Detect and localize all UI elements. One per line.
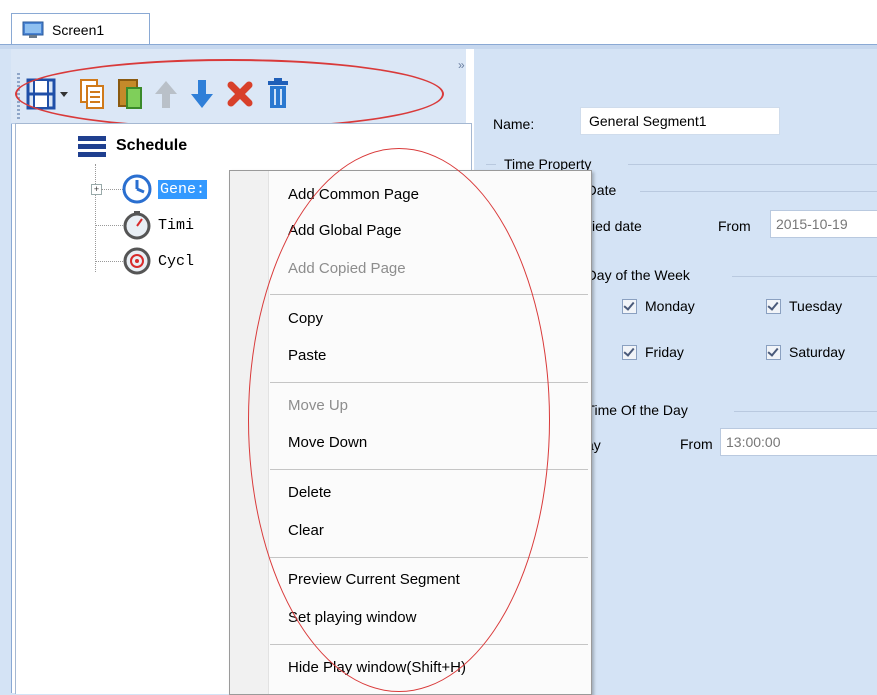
segment-toolbar — [11, 49, 466, 124]
time-from-field[interactable]: 13:00:00 — [720, 428, 877, 456]
menu-item-add-common-page[interactable]: Add Common Page — [288, 186, 419, 203]
tree-item-timing[interactable]: Timi — [122, 210, 194, 240]
group-border — [640, 191, 877, 192]
group-border — [628, 164, 877, 165]
menu-item-set-playing-window[interactable]: Set playing window — [288, 609, 416, 626]
copy-page-button[interactable] — [77, 75, 107, 113]
paste-page-button[interactable] — [115, 75, 145, 113]
tab-bar: Screen1 — [0, 0, 877, 49]
menu-item-delete[interactable]: Delete — [288, 484, 331, 501]
checkbox-label: Saturday — [789, 344, 846, 360]
week-section-label: e Day of the Week — [575, 267, 690, 283]
menu-item-clear[interactable]: Clear — [288, 522, 324, 539]
date-from-label: From — [718, 218, 751, 234]
menu-separator — [270, 382, 588, 383]
checkbox-label: Tuesday — [789, 298, 843, 314]
name-label: Name: — [493, 116, 535, 132]
group-border — [734, 411, 877, 412]
tree-guide-line — [95, 164, 96, 272]
date-from-value: 2015-10-19 — [776, 216, 848, 232]
group-border — [732, 276, 877, 277]
arrow-down-icon — [191, 80, 213, 108]
group-border — [486, 164, 496, 165]
arrow-up-icon — [155, 81, 177, 108]
stopwatch-icon — [123, 211, 151, 240]
context-menu: Add Common Page Add Global Page Add Copi… — [229, 170, 592, 695]
tree-item-cycle[interactable]: Cycl — [122, 246, 194, 276]
checkbox-label: Friday — [645, 344, 684, 360]
move-down-button[interactable] — [187, 75, 217, 113]
checkbox-label: Monday — [645, 298, 695, 314]
checkbox-box[interactable] — [622, 344, 637, 360]
checkbox-box[interactable] — [766, 344, 781, 360]
move-up-button[interactable] — [151, 75, 181, 113]
monday-checkbox[interactable]: Monday — [622, 298, 695, 314]
menu-item-move-down[interactable]: Move Down — [288, 434, 367, 451]
friday-checkbox[interactable]: Friday — [622, 344, 684, 360]
tuesday-checkbox[interactable]: Tuesday — [766, 298, 842, 314]
menu-separator — [270, 469, 588, 470]
menu-item-add-copied-page[interactable]: Add Copied Page — [288, 260, 406, 277]
menu-separator — [270, 644, 588, 645]
time-from-value: 13:00:00 — [726, 434, 781, 450]
tab-screen1[interactable]: Screen1 — [11, 13, 150, 46]
delete-x-icon — [227, 81, 253, 107]
clear-button[interactable] — [263, 75, 293, 113]
trash-icon — [268, 78, 288, 108]
checkbox-box[interactable] — [622, 298, 637, 314]
tab-label: Screen1 — [52, 22, 105, 38]
copy-icon — [80, 79, 104, 109]
menu-icon-gutter — [230, 171, 269, 694]
toolbar-overflow-button[interactable]: » — [458, 58, 465, 72]
tree-branch — [101, 189, 123, 190]
menu-item-move-up[interactable]: Move Up — [288, 397, 348, 414]
checkbox-box[interactable] — [766, 298, 781, 314]
tree-item-label: Timi — [158, 216, 195, 234]
menu-item-paste[interactable]: Paste — [288, 347, 326, 364]
menu-item-add-global-page[interactable]: Add Global Page — [288, 222, 401, 239]
menu-item-hide-play-window[interactable]: Hide Play window(Shift+H) — [288, 659, 466, 676]
toolbar-grip[interactable] — [17, 73, 20, 119]
menu-item-copy[interactable]: Copy — [288, 310, 323, 327]
film-icon — [26, 78, 68, 110]
menu-item-preview-current-segment[interactable]: Preview Current Segment — [288, 571, 460, 588]
date-from-field[interactable]: 2015-10-19 — [770, 210, 877, 238]
time-from-label: From — [680, 436, 713, 452]
film-dropdown-button[interactable] — [25, 75, 71, 113]
tree-item-label: Cycl — [158, 252, 195, 270]
cycle-icon — [123, 247, 151, 275]
paste-icon — [118, 79, 142, 109]
tree-branch — [96, 225, 123, 226]
tree-root-schedule[interactable]: Schedule — [76, 134, 187, 158]
name-field[interactable]: General Segment1 — [580, 107, 780, 135]
name-value: General Segment1 — [589, 113, 707, 129]
delete-button[interactable] — [225, 75, 255, 113]
tree-root-label: Schedule — [116, 137, 188, 154]
tree-branch — [96, 261, 123, 262]
menu-separator — [270, 294, 588, 295]
monitor-icon — [22, 21, 44, 38]
tree-item-general[interactable]: Gene: — [122, 174, 208, 204]
tree-item-label: Gene: — [158, 179, 208, 199]
menu-separator — [270, 557, 588, 558]
clock-icon — [122, 174, 152, 204]
schedule-list-icon — [78, 136, 106, 157]
saturday-checkbox[interactable]: Saturday — [766, 344, 845, 360]
